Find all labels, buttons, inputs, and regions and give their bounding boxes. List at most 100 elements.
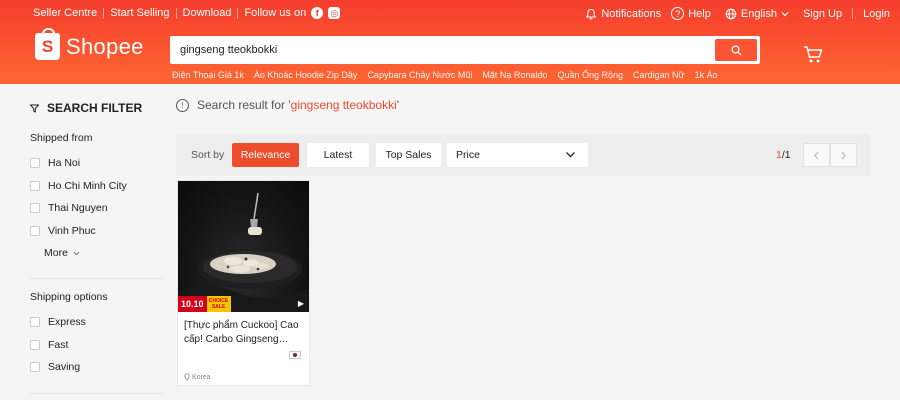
shipped-from-options: Ha Noi Ho Chi Minh City Thai Nguyen Vinh… xyxy=(30,152,164,242)
filter-option[interactable]: Saving xyxy=(30,356,164,379)
sign-up-link[interactable]: Sign Up xyxy=(803,8,842,20)
more-label: More xyxy=(44,247,68,259)
search-filter-sidebar: SEARCH FILTER Shipped from Ha Noi Ho Chi… xyxy=(30,96,164,379)
suggestion-link[interactable]: Áo Khoác Hoodie Zip Dây xyxy=(254,70,358,80)
next-page-button[interactable] xyxy=(830,143,857,167)
play-icon: ▶ xyxy=(297,299,304,308)
notifications-label: Notifications xyxy=(601,7,662,20)
filter-option[interactable]: Vinh Phuc xyxy=(30,220,164,243)
divider xyxy=(30,278,164,279)
start-selling-link[interactable]: Start Selling xyxy=(110,7,169,19)
pasta-dish-image xyxy=(178,192,309,312)
filter-option[interactable]: Thai Nguyen xyxy=(30,197,164,220)
divider xyxy=(103,7,105,19)
filter-option[interactable]: Ha Noi xyxy=(30,152,164,175)
follow-us-label: Follow us on xyxy=(244,7,307,19)
chevron-down-icon xyxy=(566,152,575,158)
language-label: English xyxy=(740,7,777,20)
notifications-link[interactable]: Notifications xyxy=(585,8,661,20)
result-prefix: Search result for ' xyxy=(197,98,291,112)
total-pages: /1 xyxy=(781,149,791,161)
suggestion-link[interactable]: Mặt Nạ Ronaldo xyxy=(482,70,547,80)
option-label: Ho Chi Minh City xyxy=(48,179,127,192)
divider xyxy=(175,7,177,19)
suggestion-link[interactable]: 1k Áo xyxy=(695,70,718,80)
suggestion-link[interactable]: Cardigan Nữ xyxy=(633,70,685,80)
suggestion-link[interactable]: Capybara Chảy Nước Mũi xyxy=(367,70,472,80)
chevron-down-icon xyxy=(73,251,80,256)
shipping-options-label: Shipping options xyxy=(30,291,108,303)
product-card[interactable]: 10.10 CHOICE SALE ▶ [Thực phẩm Cuckoo] C… xyxy=(177,180,310,386)
search-bar xyxy=(170,36,760,64)
language-selector[interactable]: English xyxy=(725,8,789,20)
promo-label: CHOICE SALE xyxy=(206,296,231,312)
result-suffix: ' xyxy=(396,98,400,112)
checkbox[interactable] xyxy=(30,317,40,328)
shipped-from-label: Shipped from xyxy=(30,132,93,144)
login-link[interactable]: Login xyxy=(863,8,890,20)
location-label: Korea xyxy=(192,373,211,381)
product-title[interactable]: [Thực phẩm Cuckoo] Cao cấp! Carbo Gingse… xyxy=(184,319,306,347)
login-label: Login xyxy=(863,7,890,20)
sign-up-label: Sign Up xyxy=(802,7,843,20)
suggestion-link[interactable]: Điện Thoại Giá 1k xyxy=(172,70,244,80)
sort-latest-button[interactable]: Latest xyxy=(307,143,369,167)
help-icon: ? xyxy=(671,7,685,20)
checkbox[interactable] xyxy=(30,203,40,214)
cart-button[interactable] xyxy=(803,45,823,69)
filter-icon xyxy=(30,104,39,113)
top-navbar-left: Seller Centre Start Selling Download Fol… xyxy=(33,7,341,19)
promo-badge: 10.10 CHOICE SALE xyxy=(178,296,231,312)
help-link[interactable]: ? Help xyxy=(671,7,711,20)
filter-option[interactable]: Fast xyxy=(30,334,164,357)
lightbulb-icon: ! xyxy=(176,98,189,112)
sort-relevance-button[interactable]: Relevance xyxy=(232,143,299,167)
chevron-right-icon xyxy=(841,151,847,159)
sort-top-sales-button[interactable]: Top Sales xyxy=(376,143,441,167)
globe-icon xyxy=(725,8,737,19)
product-location: Korea xyxy=(184,373,211,381)
filter-title: SEARCH FILTER xyxy=(47,101,143,115)
filter-heading: SEARCH FILTER xyxy=(30,96,164,120)
option-label: Thai Nguyen xyxy=(48,202,108,215)
chevron-down-icon xyxy=(781,11,789,16)
download-link[interactable]: Download xyxy=(183,7,232,19)
instagram-icon[interactable]: ◎ xyxy=(328,7,341,19)
divider xyxy=(30,393,164,394)
checkbox[interactable] xyxy=(30,225,40,236)
shopee-logo[interactable]: S Shopee xyxy=(35,28,144,60)
logo-letter: S xyxy=(41,36,54,56)
checkbox[interactable] xyxy=(30,339,40,350)
divider xyxy=(852,8,854,19)
cart-icon xyxy=(804,46,823,63)
sort-by-label: Sort by xyxy=(191,149,225,161)
price-sort-select[interactable]: Price xyxy=(447,143,588,167)
filter-option[interactable]: Express xyxy=(30,311,164,334)
price-label: Price xyxy=(456,149,480,161)
option-label: Express xyxy=(48,316,86,329)
result-keyword: gingseng tteokbokki xyxy=(290,98,397,112)
location-pin-icon xyxy=(184,373,190,381)
search-input[interactable] xyxy=(180,41,700,59)
suggestion-link[interactable]: Quần Ống Rộng xyxy=(557,70,623,80)
checkbox[interactable] xyxy=(30,180,40,191)
top-navbar: Seller Centre Start Selling Download Fol… xyxy=(0,0,900,26)
facebook-icon[interactable]: f xyxy=(311,7,324,19)
search-result-hint: ! Search result for ' gingseng tteokbokki… xyxy=(176,98,399,112)
bell-icon xyxy=(586,8,597,20)
search-button[interactable] xyxy=(715,39,757,61)
shipping-options: Express Fast Saving xyxy=(30,311,164,379)
choice-sale-text: CHOICE SALE xyxy=(208,298,229,310)
checkbox[interactable] xyxy=(30,362,40,373)
help-label: Help xyxy=(688,7,711,20)
brand-name: Shopee xyxy=(66,33,144,59)
page-indicator: 1/1 xyxy=(776,149,791,161)
top-navbar-right: Notifications ? Help English Sign Up Log… xyxy=(571,7,890,20)
seller-centre-link[interactable]: Seller Centre xyxy=(33,7,97,19)
search-icon xyxy=(730,44,741,55)
prev-page-button[interactable] xyxy=(803,143,830,167)
checkbox[interactable] xyxy=(30,158,40,169)
more-button[interactable]: More xyxy=(44,242,164,264)
filter-option[interactable]: Ho Chi Minh City xyxy=(30,175,164,198)
chevron-left-icon xyxy=(813,151,819,159)
